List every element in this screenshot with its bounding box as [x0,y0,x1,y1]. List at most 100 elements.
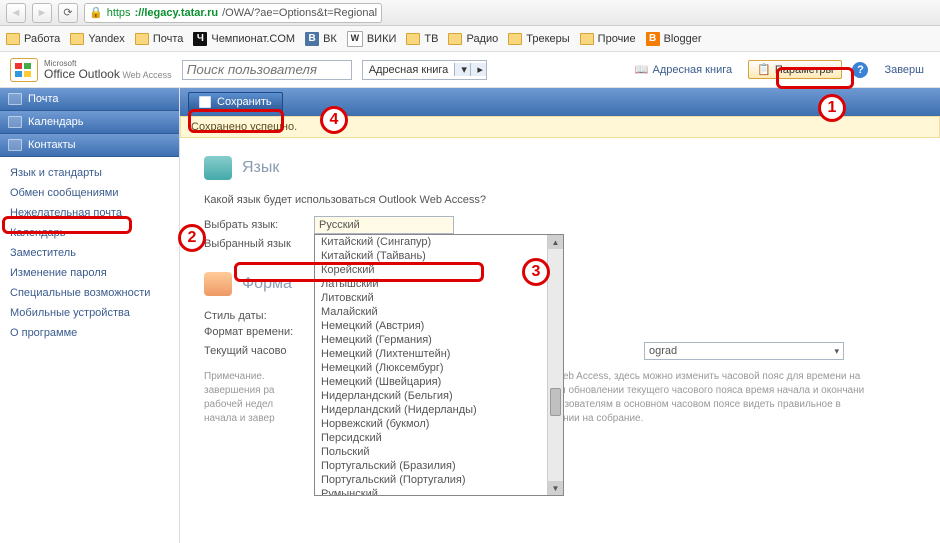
language-option[interactable]: Нидерландский (Бельгия) [315,389,547,403]
contacts-icon [8,139,22,151]
search-user-input[interactable] [182,60,352,80]
url-protocol: https [107,7,131,19]
save-button[interactable]: Сохранить [188,92,283,112]
address-bar[interactable]: 🔒 https ://legacy.tatar.ru /OWA/?ae=Opti… [84,3,382,23]
option-deputy[interactable]: Заместитель [0,243,179,263]
address-book-select[interactable]: Адресная книга ▾ ▸ [362,60,488,80]
bookmark-item[interactable]: ВК [305,32,337,46]
option-accessibility[interactable]: Специальные возможности [0,283,179,303]
logout-link[interactable]: Заверш [878,64,930,76]
bookmark-item[interactable]: Почта [135,33,184,45]
language-option[interactable]: Немецкий (Лихтенштейн) [315,347,547,361]
language-question: Какой язык будет использоваться Outlook … [204,194,916,206]
bookmark-item[interactable]: Радио [448,33,498,45]
language-option[interactable]: Китайский (Тайвань) [315,249,547,263]
go-icon[interactable]: ▸ [470,63,486,76]
scroll-thumb[interactable] [550,388,561,416]
language-icon [204,156,232,180]
language-selected-value: Русский [319,219,360,231]
language-option[interactable]: Португальский (Бразилия) [315,459,547,473]
choose-language-label: Выбрать язык: [204,219,304,231]
help-icon[interactable]: ? [852,62,868,78]
annotation-1: 1 [818,94,846,122]
options-button[interactable]: 📋 Параметры [748,60,842,79]
nav-calendar[interactable]: Календарь [0,111,179,134]
format-icon [204,272,232,296]
book-icon: 📖 [635,63,649,76]
option-password[interactable]: Изменение пароля [0,263,179,283]
bookmark-item[interactable]: Yandex [70,33,125,45]
bookmark-item[interactable]: Blogger [646,32,702,46]
logo-text-wa: Web Access [120,70,172,80]
folder-icon [6,33,20,45]
reload-button[interactable]: ⟳ [58,3,78,23]
annotation-2: 2 [178,224,206,252]
logo-text-office: Office Outlook [44,67,120,81]
language-option[interactable]: Португальский (Португалия) [315,473,547,487]
main-content: Сохранить Сохранено успешно. Язык Какой … [180,88,940,543]
options-list: Язык и стандарты Обмен сообщениями Нежел… [0,157,179,349]
language-select[interactable]: Русский [314,216,454,234]
language-option[interactable]: Нидерландский (Нидерланды) [315,403,547,417]
browser-navbar: ◄ ► ⟳ 🔒 https ://legacy.tatar.ru /OWA/?a… [0,0,940,26]
timezone-select[interactable]: ograd ▾ [644,342,844,360]
option-junk[interactable]: Нежелательная почта [0,203,179,223]
scroll-down-icon[interactable]: ▼ [548,481,563,495]
option-messaging[interactable]: Обмен сообщениями [0,183,179,203]
language-option[interactable]: Латышский [315,277,547,291]
folder-icon [406,33,420,45]
bookmark-item[interactable]: ВИКИ [347,31,397,47]
date-style-label: Стиль даты: [204,310,304,322]
current-language-label: Выбранный язык [204,238,304,250]
language-option[interactable]: Немецкий (Германия) [315,333,547,347]
bookmark-item[interactable]: Работа [6,33,60,45]
option-regional[interactable]: Язык и стандарты [0,163,179,183]
option-about[interactable]: О программе [0,323,179,343]
row-choose-language: Выбрать язык: Русский Китайский (Сингапу… [204,216,916,234]
owa-header: Microsoft Office Outlook Web Access Адре… [0,52,940,88]
option-mobile[interactable]: Мобильные устройства [0,303,179,323]
calendar-icon [8,116,22,128]
folder-icon [70,33,84,45]
language-option[interactable]: Малайский [315,305,547,319]
language-option[interactable]: Литовский [315,291,547,305]
bookmark-item[interactable]: ТВ [406,33,438,45]
lock-icon: 🔒 [89,6,103,19]
option-calendar[interactable]: Календарь [0,223,179,243]
timezone-label: Текущий часово [204,345,304,357]
language-option[interactable]: Немецкий (Австрия) [315,319,547,333]
language-option[interactable]: Немецкий (Швейцария) [315,375,547,389]
nav-contacts[interactable]: Контакты [0,134,179,157]
section-language-header: Язык [204,156,916,180]
folder-icon [580,33,594,45]
language-option[interactable]: Польский [315,445,547,459]
language-option[interactable]: Персидский [315,431,547,445]
back-button[interactable]: ◄ [6,3,26,23]
save-icon [199,96,211,108]
time-format-label: Формат времени: [204,326,304,338]
language-option[interactable]: Китайский (Сингапур) [315,235,547,249]
bookmark-item[interactable]: Чемпионат.COM [193,32,295,46]
owa-logo: Microsoft Office Outlook Web Access [10,58,172,82]
scroll-up-icon[interactable]: ▲ [548,235,563,249]
section-format-title: Форма [242,275,292,293]
champ-icon [193,32,207,46]
chevron-down-icon[interactable]: ▾ [454,63,470,76]
language-option[interactable]: Норвежский (букмол) [315,417,547,431]
office-logo-icon [10,58,38,82]
options-icon: 📋 [757,63,771,76]
bookmark-item[interactable]: Прочие [580,33,636,45]
language-option[interactable]: Румынский [315,487,547,495]
language-option[interactable]: Корейский [315,263,547,277]
annotation-4: 4 [320,106,348,134]
nav-mail[interactable]: Почта [0,88,179,111]
bookmark-item[interactable]: Трекеры [508,33,569,45]
wiki-icon [347,31,363,47]
address-book-link[interactable]: 📖 Адресная книга [629,63,738,76]
blogger-icon [646,32,660,46]
mail-icon [8,93,22,105]
left-sidebar: Почта Календарь Контакты Язык и стандарт… [0,88,180,543]
forward-button[interactable]: ► [32,3,52,23]
language-option[interactable]: Немецкий (Люксембург) [315,361,547,375]
folder-icon [448,33,462,45]
